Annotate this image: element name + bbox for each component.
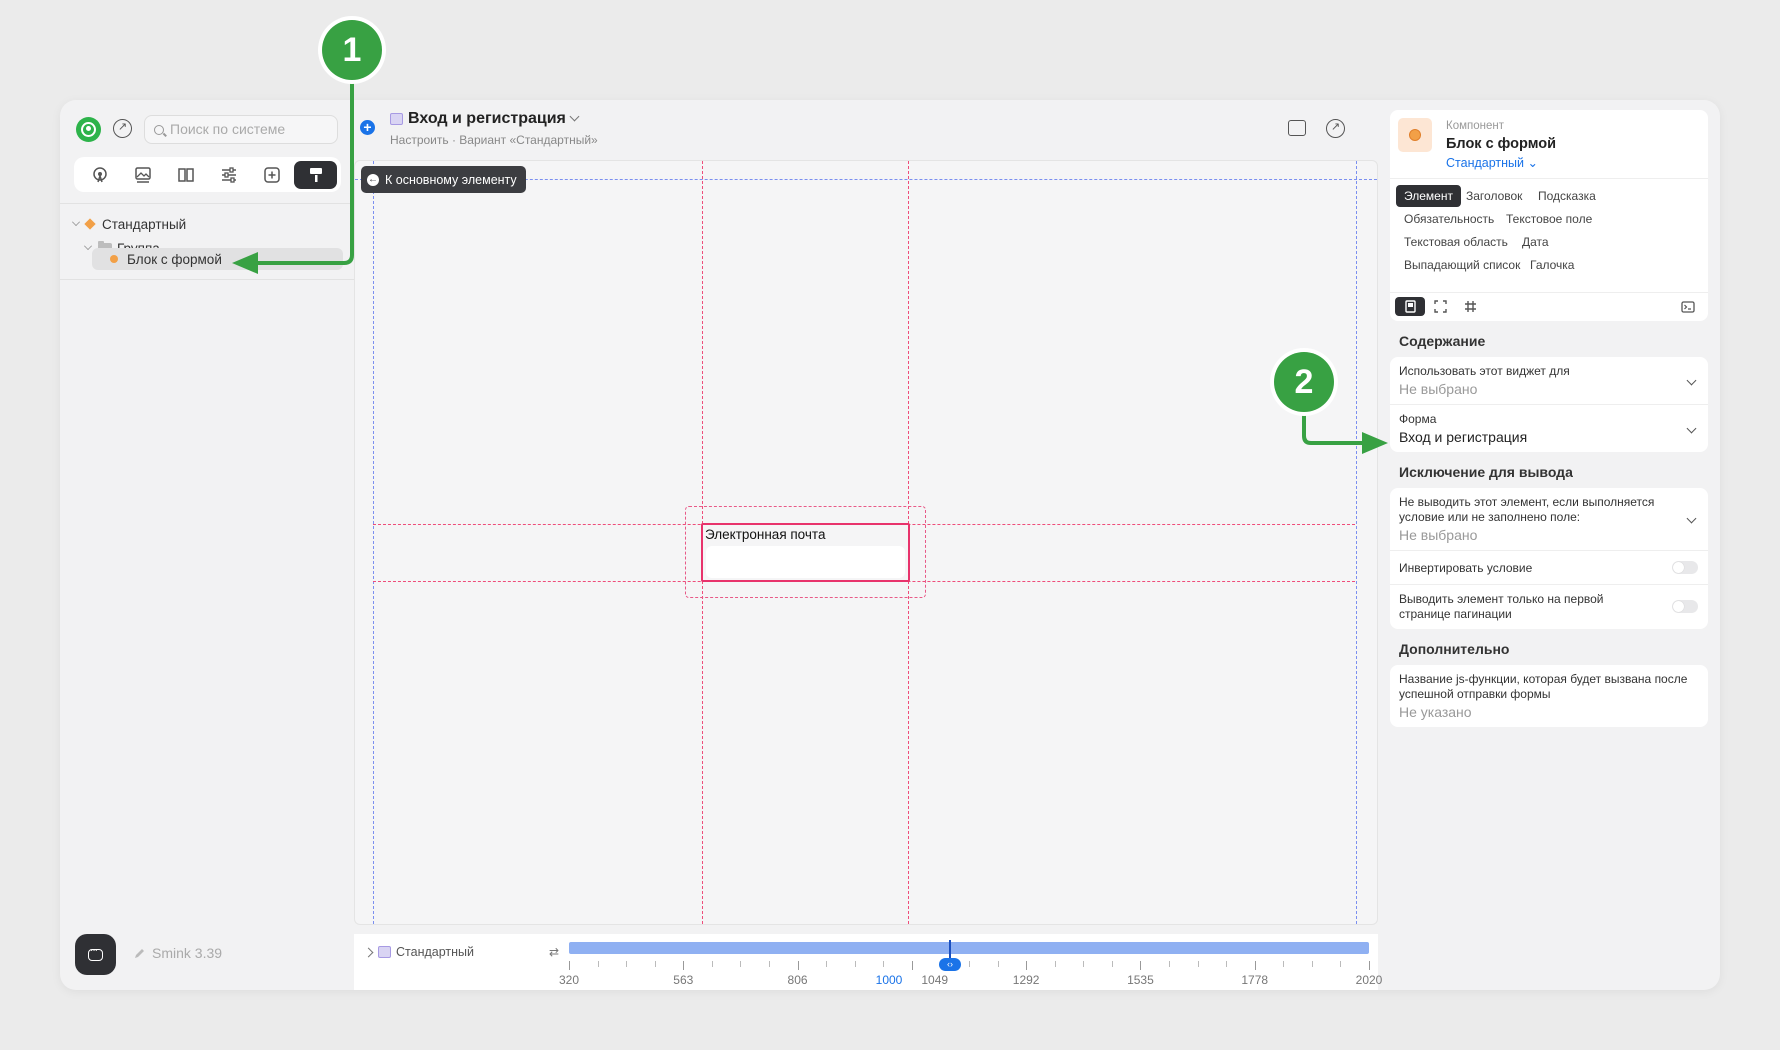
arrow-left-icon: ← [367,173,379,186]
annotation-arrows [232,78,1388,454]
back-to-parent-button[interactable]: ← К основному элементу [361,166,526,193]
annotation-badge-2: 2 [1274,352,1334,412]
back-button-label: К основному элементу [385,172,517,187]
annotation-badge-1: 1 [322,20,382,80]
